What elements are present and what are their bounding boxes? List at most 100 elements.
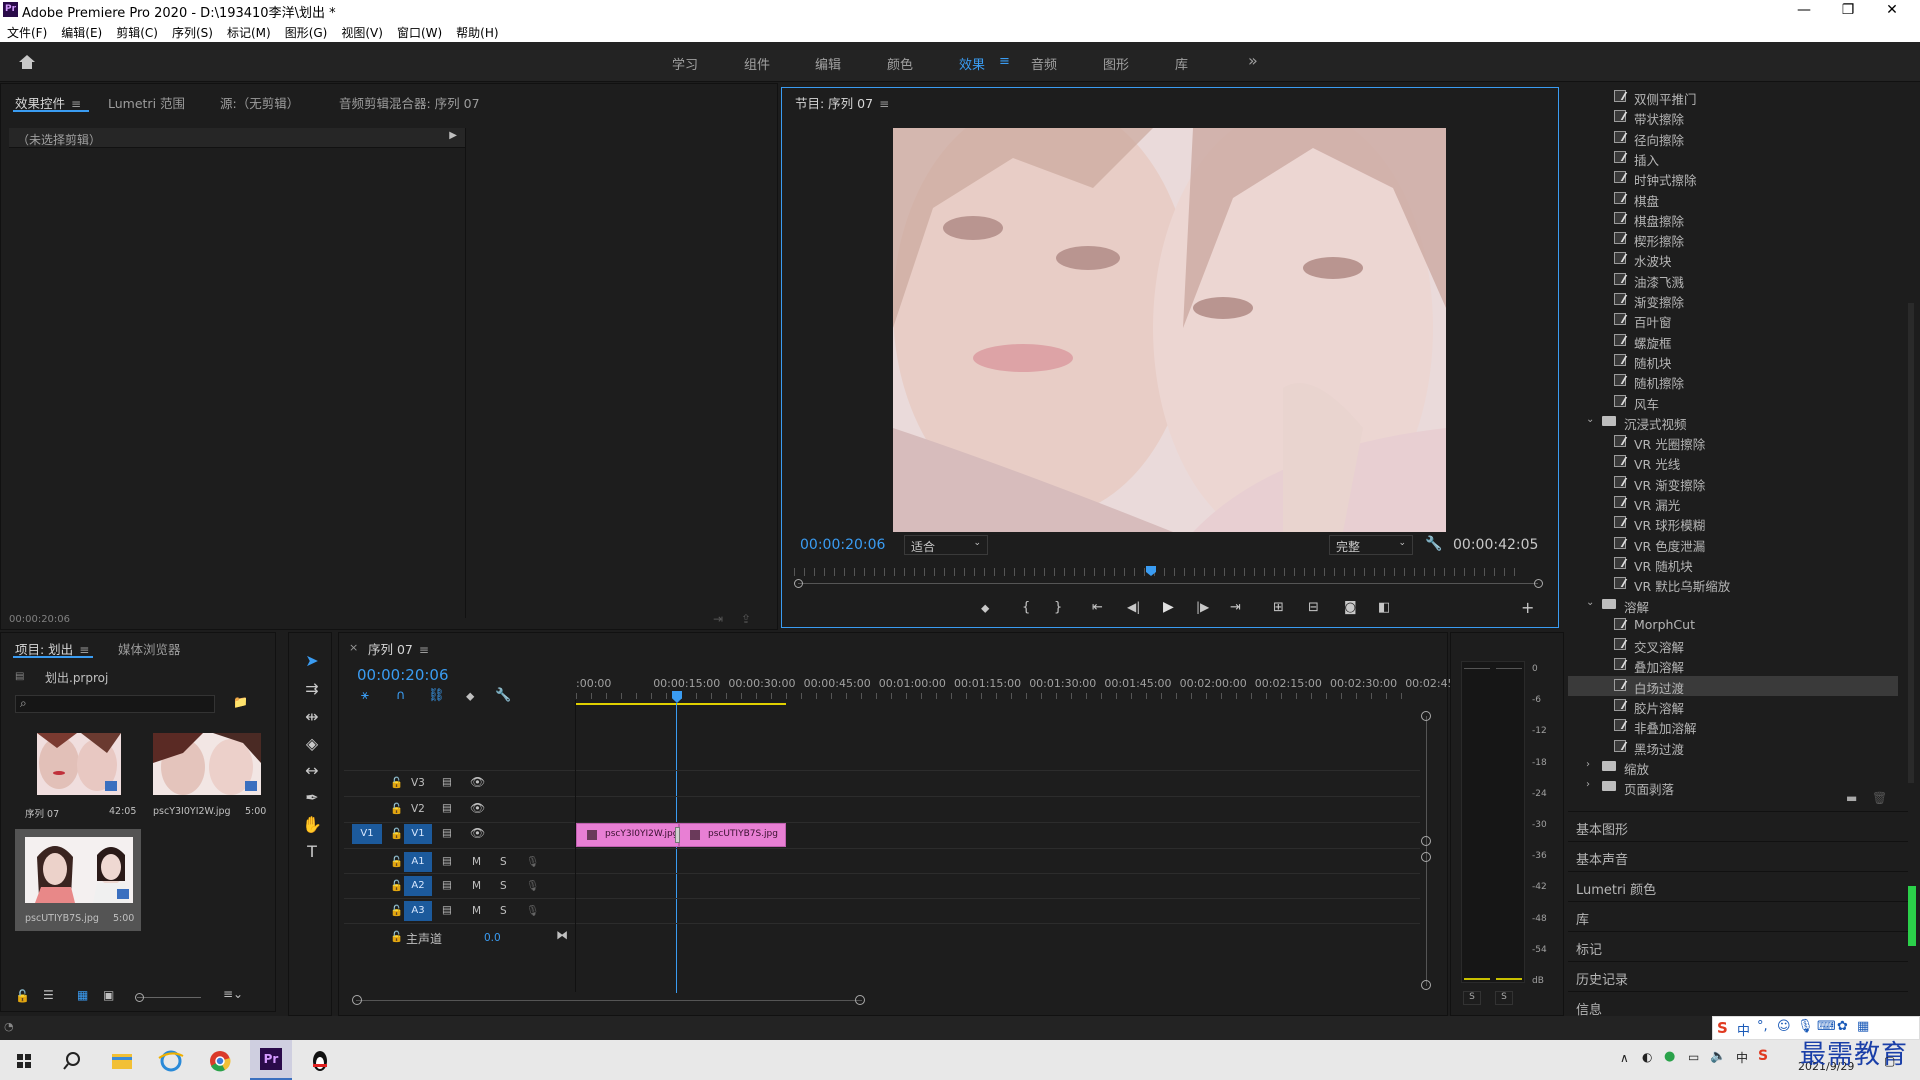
ripple-edit-tool-icon[interactable]: ⇹ — [300, 707, 324, 729]
chrome-browser-icon[interactable] — [200, 1046, 240, 1076]
effects-scrollbar[interactable] — [1908, 303, 1914, 783]
delete-trash-icon[interactable]: 🗑 — [1872, 791, 1887, 805]
timeline-clip-2[interactable]: pscUTIYB7S.jpg — [679, 823, 786, 847]
workspace-menu-icon[interactable]: ≡ — [999, 54, 1010, 69]
track-target-a2[interactable]: A2 — [404, 876, 432, 896]
lift-button[interactable]: ⊞ — [1273, 600, 1284, 615]
effect-item[interactable]: 百叶窗 — [1568, 310, 1898, 330]
filter-icon[interactable]: ⇥ — [713, 612, 723, 626]
side-scroll-indicator[interactable] — [1908, 886, 1916, 946]
extract-button[interactable]: ⊟ — [1308, 600, 1319, 615]
workspace-learning[interactable]: 学习 — [672, 54, 698, 73]
ime-toolbar[interactable]: S 中 °, ☺ 🎙 ⌨ ✿ ▦ — [1712, 1016, 1920, 1040]
tab-media-browser[interactable]: 媒体浏览器 — [118, 639, 181, 658]
zoom-slider-handle[interactable] — [135, 993, 144, 1002]
sync-lock-icon[interactable]: ▤ — [442, 776, 452, 788]
tab-lumetri-scopes[interactable]: Lumetri 范围 — [108, 93, 185, 112]
menu-edit[interactable]: 编辑(E) — [54, 20, 109, 41]
tray-security-icon[interactable]: ● — [1664, 1049, 1675, 1064]
effect-item[interactable]: 楔形擦除 — [1568, 229, 1898, 249]
mark-out-button[interactable]: } — [1054, 600, 1062, 615]
playback-resolution-dropdown[interactable]: 完整 ⌄ — [1329, 535, 1413, 555]
menu-clip[interactable]: 剪辑(C) — [109, 20, 165, 41]
h-scrollbar-handle-right[interactable] — [855, 995, 865, 1005]
solo-button[interactable]: S — [500, 905, 507, 917]
solo-button[interactable]: S — [500, 880, 507, 892]
lock-icon[interactable]: 🔓 — [390, 930, 403, 943]
tab-audio-clip-mixer[interactable]: 音频剪辑混合器: 序列 07 — [339, 93, 480, 112]
tray-expand-icon[interactable]: ∧ — [1620, 1051, 1629, 1065]
lock-icon[interactable]: 🔓 — [390, 776, 403, 789]
hand-tool-icon[interactable]: ✋ — [300, 815, 324, 837]
solo-right-button[interactable]: S — [1495, 991, 1513, 1005]
effect-item[interactable]: 交叉溶解 — [1568, 635, 1898, 655]
maximize-button[interactable]: ❐ — [1826, 0, 1870, 20]
program-time-ruler[interactable] — [794, 568, 1524, 576]
effect-item[interactable]: VR 渐变擦除 — [1568, 473, 1898, 493]
effect-item[interactable]: 随机擦除 — [1568, 371, 1898, 391]
effect-item[interactable]: 油漆飞溅 — [1568, 270, 1898, 290]
track-target-v1[interactable]: V1 — [404, 824, 432, 844]
effect-item[interactable]: 螺旋框 — [1568, 331, 1898, 351]
effects-folder[interactable]: ⌄ 溶解 — [1568, 595, 1898, 615]
effects-folder[interactable]: ⌄ 沉浸式视频 — [1568, 412, 1898, 432]
transition-marker[interactable] — [675, 827, 680, 843]
effect-item[interactable]: 叠加溶解 — [1568, 655, 1898, 675]
workspace-more-button[interactable]: » — [1248, 51, 1258, 70]
sync-lock-icon[interactable]: ▤ — [442, 827, 452, 839]
selection-tool-icon[interactable]: ➤ — [300, 651, 324, 673]
wrench-settings-icon[interactable]: 🔧 — [1425, 536, 1442, 552]
effect-item[interactable]: 黑场过渡 — [1568, 737, 1898, 757]
workspace-editing[interactable]: 编辑 — [815, 54, 841, 73]
eye-visibility-icon[interactable]: 👁 — [470, 801, 485, 815]
menu-help[interactable]: 帮助(H) — [449, 20, 505, 41]
program-video-frame[interactable] — [893, 128, 1446, 532]
source-patch-v1[interactable]: V1 — [352, 824, 382, 844]
effect-item[interactable]: VR 默比乌斯缩放 — [1568, 574, 1898, 594]
sort-icons-button[interactable]: ≡⌄ — [223, 987, 243, 1001]
find-bin-icon[interactable]: 📁 — [233, 695, 248, 709]
menu-graphics[interactable]: 图形(G) — [278, 20, 335, 41]
chevron-down-icon[interactable]: ⌄ — [1586, 414, 1594, 425]
tab-source[interactable]: 源:（无剪辑） — [220, 93, 299, 112]
timeline-v-scrollbar[interactable] — [1426, 716, 1427, 986]
workspace-effects[interactable]: 效果 — [959, 54, 985, 73]
mute-button[interactable]: M — [472, 880, 481, 892]
side-panel-header[interactable]: Lumetri 颜色 — [1568, 871, 1908, 900]
sync-lock-icon[interactable]: ▤ — [442, 855, 452, 867]
timeline-clip-1[interactable]: pscY3I0YI2W.jpg — [576, 823, 679, 847]
snap-magnet-icon[interactable]: ∩ — [396, 688, 406, 703]
list-view-icon[interactable]: ☰ — [43, 988, 54, 1002]
tab-sequence[interactable]: 序列 07 ≡ — [368, 639, 429, 658]
effect-item[interactable]: VR 光线 — [1568, 452, 1898, 472]
effect-item[interactable]: 带状擦除 — [1568, 107, 1898, 127]
add-marker-icon[interactable]: ⬥ — [466, 689, 474, 704]
effect-item[interactable]: VR 色度泄漏 — [1568, 534, 1898, 554]
workspace-audio[interactable]: 音频 — [1031, 54, 1057, 73]
icon-view-icon[interactable]: ▦ — [77, 988, 88, 1002]
project-item-selected[interactable]: pscUTIYB7S.jpg 5:00 — [15, 829, 141, 931]
step-forward-button[interactable]: |▶ — [1196, 600, 1209, 614]
add-marker-button[interactable]: ⬥ — [981, 601, 989, 616]
zoom-fit-dropdown[interactable]: 适合 ⌄ — [904, 535, 988, 555]
effect-item[interactable]: 棋盘 — [1568, 189, 1898, 209]
effects-folder[interactable]: › 缩放 — [1568, 757, 1898, 777]
razor-tool-icon[interactable]: ◈ — [300, 734, 324, 756]
go-to-out-button[interactable]: ⇥ — [1230, 600, 1241, 615]
sogou-ime-icon[interactable]: S — [1758, 1048, 1768, 1064]
new-bin-folder-icon[interactable]: ▬ — [1846, 791, 1857, 805]
close-sequence-icon[interactable]: × — [349, 641, 358, 654]
menu-window[interactable]: 窗口(W) — [390, 20, 449, 41]
microphone-icon[interactable]: 🎙 — [526, 879, 539, 892]
workspace-assembly[interactable]: 组件 — [744, 54, 770, 73]
effect-item[interactable]: 白场过渡 — [1568, 675, 1898, 696]
v-scrollbar-handle[interactable] — [1421, 711, 1431, 721]
master-volume-value[interactable]: 0.0 — [484, 932, 501, 944]
project-thumb-sequence[interactable] — [37, 733, 121, 795]
minimize-button[interactable]: — — [1782, 0, 1826, 20]
freeform-view-icon[interactable]: ▣ — [103, 988, 114, 1002]
mute-button[interactable]: M — [472, 856, 481, 868]
lock-icon[interactable]: 🔓 — [390, 904, 403, 917]
play-button[interactable]: ▶ — [1163, 599, 1174, 615]
zoom-scrollbar-track[interactable] — [798, 583, 1538, 584]
